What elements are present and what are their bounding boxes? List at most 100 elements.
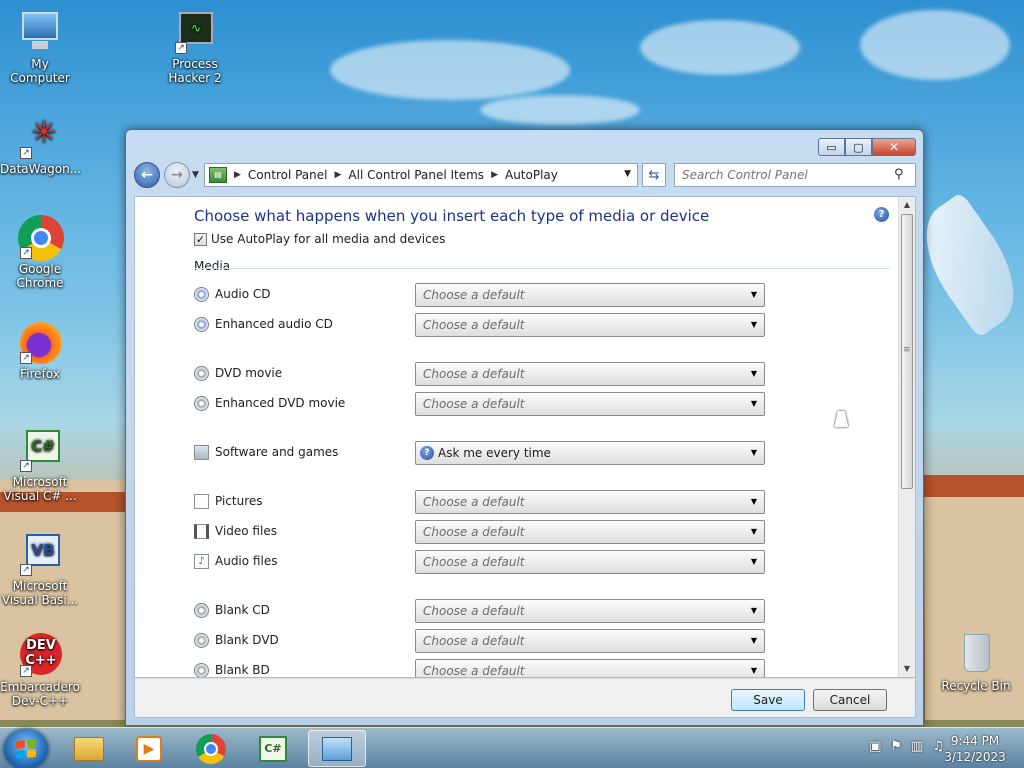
address-bar[interactable]: ▤ ▶ Control Panel ▶ All Control Panel It… xyxy=(204,163,638,187)
shortcut-arrow-icon: ↗ xyxy=(20,247,32,259)
windows-logo-icon xyxy=(16,738,36,760)
clock-time: 9:44 PM xyxy=(950,734,1000,748)
close-button[interactable]: ✕ xyxy=(872,138,916,156)
media-row-pictures: Pictures Choose a default ▼ xyxy=(194,490,770,514)
vertical-scrollbar[interactable]: ▲ ▼ xyxy=(898,197,915,677)
network-icon[interactable]: ▥ xyxy=(911,739,923,754)
start-button[interactable] xyxy=(4,729,48,768)
select-value: Choose a default xyxy=(423,525,525,539)
desktop-icon-label: Google Chrome xyxy=(16,262,64,290)
section-divider xyxy=(194,268,890,269)
blank-dvd-select[interactable]: Choose a default ▼ xyxy=(415,629,765,653)
taskbar-windows-explorer[interactable] xyxy=(60,730,118,767)
software-games-icon xyxy=(194,445,209,460)
section-title-media: Media xyxy=(194,259,231,273)
chevron-down-icon: ▼ xyxy=(750,666,757,675)
search-icon[interactable]: ⚲ xyxy=(894,167,904,182)
scroll-down-icon[interactable]: ▼ xyxy=(899,661,915,677)
scroll-thumb[interactable] xyxy=(901,214,913,489)
audio-cd-select[interactable]: Choose a default ▼ xyxy=(415,283,765,307)
wallpaper-cloud xyxy=(480,95,640,125)
blank-dvd-icon xyxy=(194,633,209,648)
save-button[interactable]: Save xyxy=(731,689,805,711)
blank-cd-select[interactable]: Choose a default ▼ xyxy=(415,599,765,623)
media-row-enhanced-dvd-movie: Enhanced DVD movie Choose a default ▼ xyxy=(194,392,770,416)
enhanced-audio-cd-select[interactable]: Choose a default ▼ xyxy=(415,313,765,337)
desktop-icon-visual-csharp[interactable]: C# ↗ Microsoft Visual C# ... xyxy=(0,428,80,503)
clock-date: 3/12/2023 xyxy=(944,750,1006,764)
search-input[interactable] xyxy=(674,163,916,187)
desktop-icon-visual-basic[interactable]: VB ↗ Microsoft Visual Basi... xyxy=(0,532,80,607)
action-center-flag-icon[interactable]: ⚑ xyxy=(890,739,902,754)
software-games-select[interactable]: ? Ask me every time ▼ xyxy=(415,441,765,465)
taskbar-clock[interactable]: 9:44 PM 3/12/2023 xyxy=(940,733,1010,765)
dvd-movie-select[interactable]: Choose a default ▼ xyxy=(415,362,765,386)
scroll-up-icon[interactable]: ▲ xyxy=(899,197,915,213)
desktop-icon-datawagon[interactable]: ✳ ↗ DataWagon... xyxy=(0,115,81,177)
taskbar-visual-csharp[interactable]: C# xyxy=(244,730,302,767)
select-value: Choose a default xyxy=(423,397,525,411)
pictures-select[interactable]: Choose a default ▼ xyxy=(415,490,765,514)
minimize-button[interactable]: ▭ xyxy=(818,138,845,156)
back-button[interactable]: ← xyxy=(134,162,160,188)
use-autoplay-checkbox[interactable]: ✓ xyxy=(194,232,207,246)
desktop-icon-process-hacker[interactable]: ∿ ↗ Process Hacker 2 xyxy=(155,10,235,85)
wallpaper-cloud xyxy=(640,20,800,75)
control-panel-window[interactable]: ▭ ▢ ✕ ← → ▼ ▤ ▶ Control Panel ▶ All Cont… xyxy=(125,129,924,726)
shortcut-arrow-icon: ↗ xyxy=(20,147,32,159)
select-value: Ask me every time xyxy=(438,446,551,460)
recent-pages-dropdown[interactable]: ▼ xyxy=(192,170,199,180)
desktop-icon-label: My Computer xyxy=(10,57,70,85)
dvd-movie-icon xyxy=(194,366,209,381)
audio-files-select[interactable]: Choose a default ▼ xyxy=(415,550,765,574)
refresh-icon: ⇆ xyxy=(648,167,660,183)
taskbar-media-player[interactable]: ▶ xyxy=(120,730,178,767)
visual-csharp-icon: C# xyxy=(259,735,287,762)
audio-cd-icon xyxy=(194,287,209,302)
media-row-software-games: Software and games ? Ask me every time ▼ xyxy=(194,441,770,465)
address-dropdown-icon[interactable]: ▼ xyxy=(624,169,631,179)
back-arrow-icon: ← xyxy=(141,167,153,183)
pictures-icon xyxy=(194,494,209,509)
taskbar-chrome[interactable] xyxy=(182,730,240,767)
chrome-icon xyxy=(196,733,226,764)
breadcrumb-all-items[interactable]: All Control Panel Items xyxy=(348,168,484,182)
select-value: Choose a default xyxy=(423,288,525,302)
network-security-icon[interactable]: ▣ xyxy=(869,739,881,754)
dialog-button-bar: Save Cancel xyxy=(134,678,916,718)
shortcut-arrow-icon: ↗ xyxy=(20,665,32,677)
video-files-select[interactable]: Choose a default ▼ xyxy=(415,520,765,544)
maximize-button[interactable]: ▢ xyxy=(845,138,872,156)
page-title: Choose what happens when you insert each… xyxy=(194,207,710,225)
breadcrumb-autoplay[interactable]: AutoPlay xyxy=(505,168,558,182)
media-row-blank-dvd: Blank DVD Choose a default ▼ xyxy=(194,629,770,653)
cancel-button[interactable]: Cancel xyxy=(813,689,887,711)
chevron-down-icon: ▼ xyxy=(750,448,757,457)
refresh-button[interactable]: ⇆ xyxy=(642,163,666,187)
enhanced-dvd-movie-select[interactable]: Choose a default ▼ xyxy=(415,392,765,416)
video-files-icon xyxy=(194,524,209,539)
help-icon[interactable]: ? xyxy=(874,207,889,222)
desktop-icon-firefox[interactable]: ↗ Firefox xyxy=(0,320,80,381)
use-autoplay-row[interactable]: ✓ Use AutoPlay for all media and devices xyxy=(194,232,445,246)
wallpaper-cloud xyxy=(330,40,570,100)
desktop-icon-recycle-bin[interactable]: Recycle Bin xyxy=(936,632,1016,693)
chevron-down-icon: ▼ xyxy=(750,320,757,329)
desktop-icon-dev-cpp[interactable]: DEV C++ ↗ Embarcadero Dev-C++ xyxy=(0,633,80,708)
wallpaper-cloud xyxy=(860,10,1010,80)
chevron-down-icon: ▼ xyxy=(750,399,757,408)
forward-button[interactable]: → xyxy=(164,162,190,188)
media-row-blank-cd: Blank CD Choose a default ▼ xyxy=(194,599,770,623)
media-player-icon: ▶ xyxy=(136,735,162,762)
wallpaper-roof xyxy=(920,475,1024,497)
media-label: Blank BD xyxy=(215,663,270,677)
select-value: Choose a default xyxy=(423,555,525,569)
blank-bd-select[interactable]: Choose a default ▼ xyxy=(415,659,765,677)
chevron-down-icon: ▼ xyxy=(750,290,757,299)
desktop-icon-my-computer[interactable]: My Computer xyxy=(0,10,80,85)
desktop-icon-google-chrome[interactable]: ↗ Google Chrome xyxy=(0,215,80,290)
taskbar-control-panel[interactable] xyxy=(308,730,366,767)
desktop-icon-label: Microsoft Visual Basi... xyxy=(1,579,79,607)
breadcrumb-control-panel[interactable]: Control Panel xyxy=(248,168,328,182)
select-value: Choose a default xyxy=(423,604,525,618)
